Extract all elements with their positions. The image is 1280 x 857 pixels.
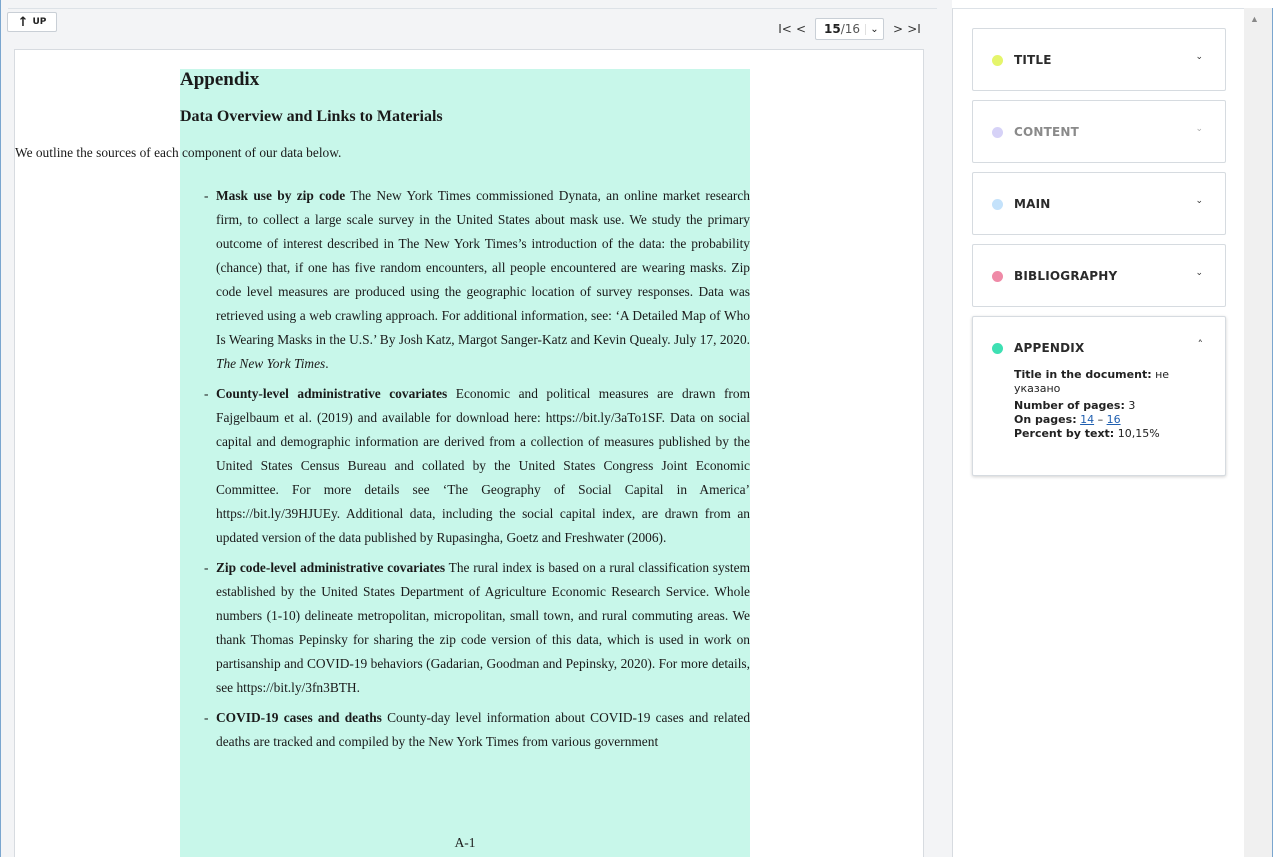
section-card-title[interactable]: TITLE ⌄ <box>972 28 1226 91</box>
detail-label: Percent by text: <box>1014 427 1115 440</box>
chevron-down-icon: ⌄ <box>865 23 883 35</box>
item-italic: The New York Times <box>216 356 326 371</box>
detail-label: On pages: <box>1014 413 1077 426</box>
up-button-label: UP <box>32 17 47 27</box>
detail-label: Title in the document: <box>1014 368 1152 381</box>
last-page-icon[interactable]: >I <box>906 22 922 36</box>
section-card-bibliography[interactable]: BIBLIOGRAPHY ⌄ <box>972 244 1226 307</box>
section-card-appendix[interactable]: APPENDIX ˄ Title in the document: не ука… <box>972 316 1226 476</box>
detail-percent-row: Percent by text: 10,15% <box>1014 427 1214 441</box>
list-item: - COVID-19 cases and deaths County-day l… <box>204 706 750 754</box>
list-item: - Zip code-level administrative covariat… <box>204 556 750 700</box>
current-page: 15 <box>824 22 841 36</box>
item-dash: - <box>204 560 209 575</box>
first-page-icon[interactable]: I< <box>777 22 793 36</box>
section-label: CONTENT <box>1014 125 1080 139</box>
page-navigator: I< < 15 /16 ⌄ > >I <box>777 16 922 42</box>
item-title: Zip code-level administrative covariates <box>216 560 446 575</box>
chevron-down-icon: ⌄ <box>1195 196 1203 206</box>
chevron-down-icon: ⌄ <box>1195 124 1203 134</box>
intro-text: We outline the sources of each component… <box>15 145 342 160</box>
detail-value: 3 <box>1124 399 1136 412</box>
total-pages: /16 <box>840 22 861 36</box>
item-dash: - <box>204 710 209 725</box>
arrow-up-icon: ↑ <box>17 14 29 30</box>
scroll-up-arrow-icon[interactable]: ▲ <box>1250 14 1259 24</box>
section-card-main[interactable]: MAIN ⌄ <box>972 172 1226 235</box>
page-link-to[interactable]: 16 <box>1107 413 1121 426</box>
list-item: - County-level administrative covariates… <box>204 382 750 550</box>
detail-pages-row: Number of pages: 3 <box>1014 399 1214 413</box>
item-text: The New York Times commissioned Dynata, … <box>216 188 750 347</box>
item-title: Mask use by zip code <box>216 188 346 203</box>
frame-edge <box>1272 8 1273 857</box>
section-color-dot <box>992 343 1003 354</box>
section-card-content[interactable]: CONTENT ⌄ <box>972 100 1226 163</box>
document-viewer[interactable]: Appendix Data Overview and Links to Mate… <box>14 49 924 857</box>
page-intro: We outline the sources of each component… <box>15 145 755 161</box>
chevron-down-icon: ⌄ <box>1195 52 1203 62</box>
page-subheading: Data Overview and Links to Materials <box>180 108 443 125</box>
section-color-dot <box>992 271 1003 282</box>
next-page-icon[interactable]: > <box>890 22 906 36</box>
detail-value: 10,15% <box>1114 427 1160 440</box>
section-color-dot <box>992 199 1003 210</box>
section-label: BIBLIOGRAPHY <box>1014 269 1118 283</box>
item-text: Economic and political measures are draw… <box>216 386 751 545</box>
section-details: Title in the document: не указано Number… <box>1014 368 1214 441</box>
chevron-down-icon: ⌄ <box>1195 268 1203 278</box>
section-color-dot <box>992 127 1003 138</box>
section-label: TITLE <box>1014 53 1052 67</box>
scrollbar[interactable] <box>1244 8 1272 857</box>
detail-label: Number of pages: <box>1014 399 1125 412</box>
section-label: MAIN <box>1014 197 1051 211</box>
prev-page-icon[interactable]: < <box>793 22 809 36</box>
page-heading: Appendix <box>180 69 260 90</box>
item-title: County-level administrative covariates <box>216 386 448 401</box>
pane-divider <box>937 0 952 857</box>
item-end: . <box>325 356 329 371</box>
section-color-dot <box>992 55 1003 66</box>
page-number: A-1 <box>454 835 476 850</box>
up-button[interactable]: ↑ UP <box>7 12 57 32</box>
page-select[interactable]: 15 /16 ⌄ <box>815 18 884 40</box>
detail-on-pages-row: On pages: 14 – 16 <box>1014 413 1214 427</box>
item-dash: - <box>204 386 209 401</box>
list-item: - Mask use by zip code The New York Time… <box>204 184 750 376</box>
item-title: COVID-19 cases and deaths <box>216 710 382 725</box>
detail-title-row: Title in the document: не указано <box>1014 368 1214 396</box>
detail-separator: – <box>1094 413 1107 426</box>
section-label: APPENDIX <box>1014 341 1085 355</box>
item-text: The rural index is based on a rural clas… <box>216 560 750 695</box>
chevron-up-icon[interactable]: ˄ <box>1198 338 1204 351</box>
page-link-from[interactable]: 14 <box>1080 413 1094 426</box>
data-source-list: - Mask use by zip code The New York Time… <box>204 184 750 760</box>
item-dash: - <box>204 188 209 203</box>
document-page: Appendix Data Overview and Links to Mate… <box>15 69 750 857</box>
